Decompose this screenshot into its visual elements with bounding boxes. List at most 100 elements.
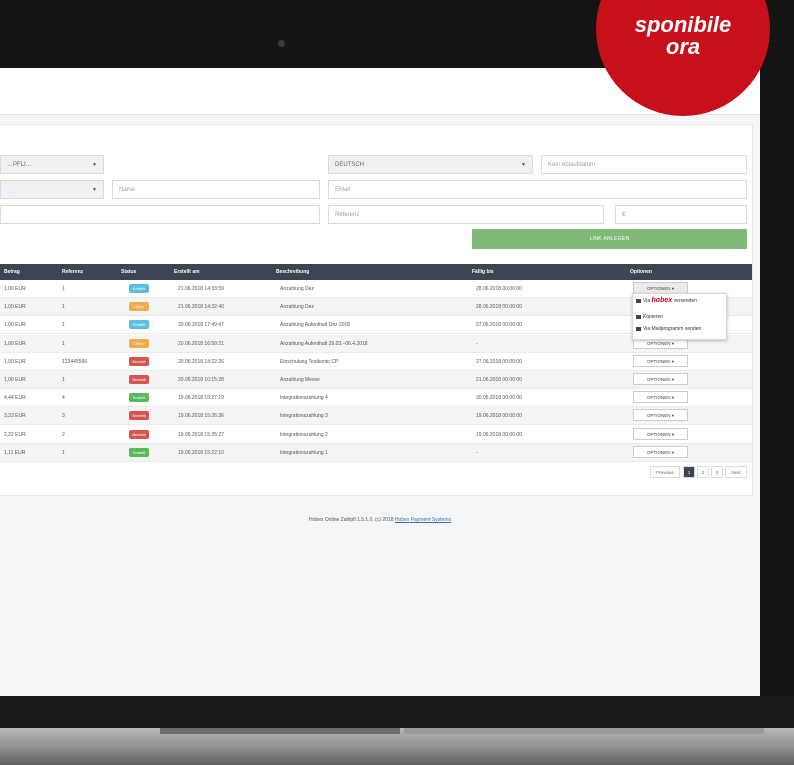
email-input[interactable]: EMail bbox=[328, 180, 747, 199]
cell-betrag: 1,00 EUR bbox=[4, 286, 26, 292]
cell-referenz: 1 bbox=[62, 449, 65, 456]
cell-betrag: 1,00 EUR bbox=[4, 377, 26, 383]
menu-item-prefix: Via bbox=[643, 298, 651, 304]
description-input[interactable] bbox=[0, 205, 320, 224]
cell-referenz: 1 bbox=[62, 322, 65, 329]
footer-text: Hobex Online Zahlpfl 1.5.1.0. (c) 2018 bbox=[308, 517, 395, 523]
name-input[interactable]: Name bbox=[112, 180, 320, 199]
cell-betrag: 1,00 EUR bbox=[4, 358, 26, 365]
menu-item-send-via-hobex[interactable]: Via hobex versenden bbox=[636, 297, 697, 304]
secondary-select[interactable]: ▼ bbox=[0, 180, 104, 199]
laptop-hinge-left bbox=[160, 728, 400, 734]
options-button[interactable]: OPTIONEN ▾ bbox=[633, 391, 688, 404]
cell-betrag: 4,44 EUR bbox=[4, 395, 26, 402]
column-header-optionen[interactable]: Optionen bbox=[630, 269, 652, 275]
status-badge: Erstellt bbox=[129, 393, 149, 403]
terminal-select[interactable]: …PFLI… ▼ bbox=[0, 155, 104, 174]
menu-item-copy[interactable]: Kopieren bbox=[636, 314, 664, 320]
cell-beschreibung: Anzahlung Aufenthalt 29.03.–06.4.2018 bbox=[280, 340, 368, 347]
cell-beschreibung: Einschulung Testkonto CP bbox=[280, 358, 339, 365]
expiry-date-placeholder: Kein Ablaufdatum bbox=[548, 162, 596, 168]
cell-faellig: 19.06.2018 00:00:00 bbox=[476, 431, 522, 438]
email-placeholder: EMail bbox=[335, 187, 351, 193]
amount-input[interactable]: € bbox=[615, 205, 747, 224]
cell-faellig: 27.06.2018 00:00:00 bbox=[476, 322, 522, 329]
app-screen: …PFLI… ▼ DEUTSCH ▼ Kein Ablaufdatum ▼ Na… bbox=[0, 68, 760, 696]
column-header-referenz[interactable]: Referenz bbox=[62, 269, 83, 275]
footer-link[interactable]: Hobex Payment Systems bbox=[395, 517, 451, 523]
cell-erstellt: 21.06.2018 14:32:40 bbox=[178, 304, 224, 311]
referenz-input[interactable]: Referenz bbox=[328, 205, 604, 224]
cell-referenz: 4 bbox=[62, 395, 65, 402]
terminal-select-value: …PFLI… bbox=[7, 162, 32, 168]
table-row: 3,33 EUR 3 19.06.2018 15:26:36 Integrations… bbox=[0, 407, 752, 426]
menu-item-mail-label: Via Mailprogramm senden bbox=[643, 326, 702, 332]
status-badge: Bezahlt bbox=[129, 356, 149, 366]
cell-referenz: 1 bbox=[62, 377, 65, 383]
cell-erstellt: 20.06.2018 14:22:26 bbox=[178, 358, 224, 365]
cell-betrag: 1,00 EUR bbox=[4, 304, 26, 311]
cell-referenz: 1 bbox=[62, 304, 65, 311]
cell-faellig: 20.06.2018 00:00:00 bbox=[476, 395, 522, 402]
copy-icon bbox=[636, 315, 641, 319]
status-badge: Bezahlt bbox=[129, 411, 149, 421]
menu-item-copy-label: Kopieren bbox=[643, 314, 664, 320]
cell-referenz: 1 bbox=[62, 286, 65, 292]
table-row: 4,44 EUR 4 19.06.2018 15:27:19 Integrations… bbox=[0, 389, 752, 408]
options-button[interactable]: OPTIONEN ▾ bbox=[633, 409, 688, 422]
pagination-previous[interactable]: Previous bbox=[650, 466, 680, 478]
cell-erstellt: 21.06.2018 14:33:59 bbox=[178, 286, 224, 292]
pagination-page-3[interactable]: 3 bbox=[711, 466, 723, 478]
cell-faellig: 21.06.2018 00:00:00 bbox=[476, 377, 522, 383]
status-badge: Erstellt bbox=[129, 284, 149, 293]
options-button[interactable]: OPTIONEN ▾ bbox=[633, 354, 688, 367]
cell-beschreibung: Anzahlung Aufenthalt Dez 2018 bbox=[280, 322, 351, 329]
hobex-logo-text: hobex bbox=[651, 297, 673, 304]
cell-erstellt: 19.06.2018 15:25:27 bbox=[178, 431, 224, 438]
table-row: 2,22 EUR 2 19.06.2018 15:25:27 Integrations… bbox=[0, 426, 752, 444]
cell-beschreibung: Anzahlung Messe bbox=[280, 377, 320, 383]
table-row: 1,11 EUR 1 19.06.2018 15:22:10 Integrations… bbox=[0, 443, 752, 462]
status-badge: Bezahlt bbox=[129, 429, 149, 439]
cell-faellig: - bbox=[476, 340, 478, 347]
options-button[interactable]: OPTIONEN ▾ bbox=[633, 445, 688, 458]
envelope-icon bbox=[636, 299, 641, 303]
column-header-status[interactable]: Status bbox=[121, 269, 136, 275]
cell-referenz: 123445566 bbox=[62, 358, 88, 365]
language-select[interactable]: DEUTSCH ▼ bbox=[328, 155, 533, 174]
cell-beschreibung: Integrationszahlung 3 bbox=[280, 413, 328, 420]
cell-beschreibung: Integrationszahlung 2 bbox=[280, 431, 328, 438]
column-header-betrag[interactable]: Betrag bbox=[4, 269, 20, 275]
column-header-beschreibung[interactable]: Beschreibung bbox=[276, 269, 309, 275]
screen-bezel-right bbox=[760, 0, 794, 700]
laptop-frame: …PFLI… ▼ DEUTSCH ▼ Kein Ablaufdatum ▼ Na… bbox=[0, 0, 794, 765]
currency-symbol: € bbox=[622, 212, 626, 218]
create-link-button[interactable]: LINK ANLEGEN bbox=[472, 229, 747, 249]
options-button[interactable]: OPTIONEN ▾ bbox=[633, 373, 688, 385]
status-badge: Offen bbox=[129, 338, 149, 348]
column-header-faellig[interactable]: Fällig bis bbox=[472, 269, 494, 275]
options-dropdown-menu: Via hobex versenden Kopieren Via Mailpro… bbox=[632, 293, 727, 340]
expiry-date-input[interactable]: Kein Ablaufdatum bbox=[541, 155, 747, 174]
pagination-next[interactable]: Next bbox=[725, 466, 747, 478]
options-button[interactable]: OPTIONEN ▾ bbox=[633, 427, 688, 440]
status-badge: Erstellt bbox=[129, 447, 149, 457]
cell-betrag: 1,00 EUR bbox=[4, 340, 26, 347]
cell-faellig: 28.06.2018 00:00:00 bbox=[476, 304, 522, 311]
pagination-page-1[interactable]: 1 bbox=[683, 466, 695, 478]
cell-faellig: 28.06.2018 00:00:00 bbox=[476, 286, 522, 292]
cell-beschreibung: Anzahlung Dez bbox=[280, 286, 314, 292]
cell-referenz: 1 bbox=[62, 340, 65, 347]
cell-referenz: 3 bbox=[62, 413, 65, 420]
menu-item-send-via-mail[interactable]: Via Mailprogramm senden bbox=[636, 326, 702, 332]
laptop-hinge-right bbox=[404, 728, 764, 734]
screen-bezel-bottom bbox=[0, 696, 794, 728]
cell-betrag: 2,22 EUR bbox=[4, 431, 26, 438]
cell-erstellt: 19.06.2018 15:27:19 bbox=[178, 395, 224, 402]
name-placeholder: Name bbox=[119, 187, 136, 193]
column-header-erstellt[interactable]: Erstellt am bbox=[174, 269, 200, 275]
pagination-page-2[interactable]: 2 bbox=[697, 466, 709, 478]
table-row: 1,00 EUR 1 20.06.2018 10:15:28 Anzahlung Me… bbox=[0, 371, 752, 389]
cell-betrag: 1,00 EUR bbox=[4, 322, 26, 329]
table-header: Betrag Referenz Status Erstellt am Besch… bbox=[0, 264, 752, 280]
